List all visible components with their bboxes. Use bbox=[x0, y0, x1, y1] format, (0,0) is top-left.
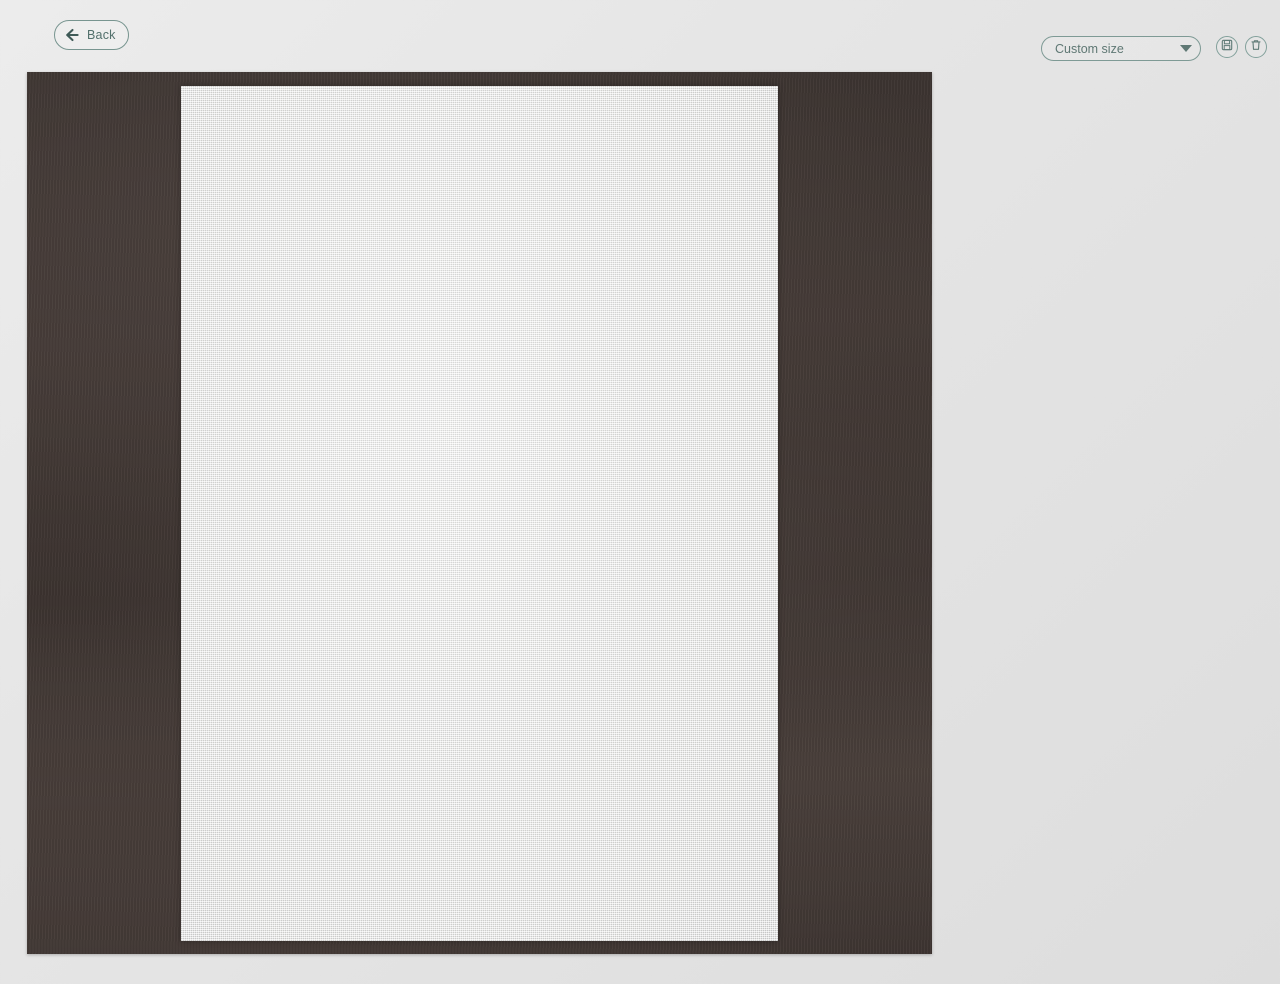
back-label: Back bbox=[87, 28, 116, 42]
canvas-paper-preview[interactable] bbox=[181, 86, 778, 941]
settings-panel: Width Height Dpi pixels 90 Change Change… bbox=[940, 0, 1280, 984]
arrow-left-icon bbox=[64, 27, 81, 43]
back-button[interactable]: Back bbox=[54, 20, 129, 50]
canvas-artboard[interactable] bbox=[27, 72, 932, 954]
